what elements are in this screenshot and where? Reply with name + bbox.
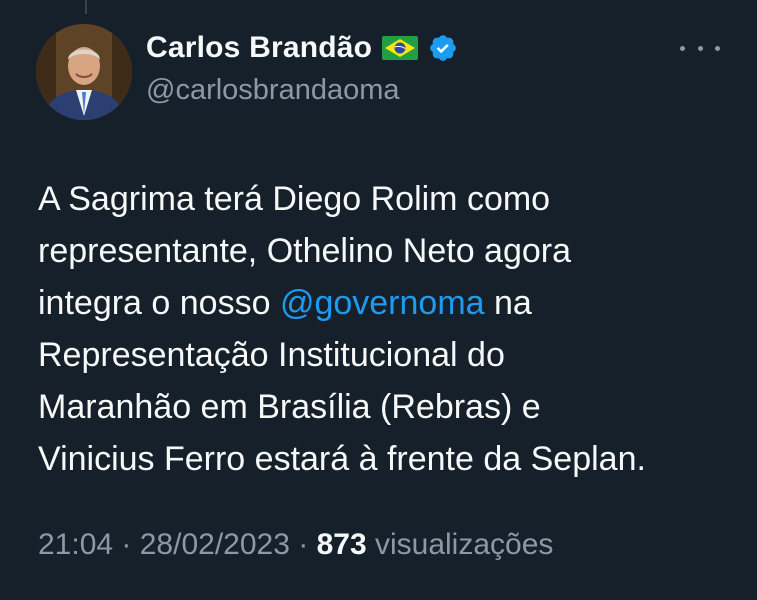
views-label: visualizações <box>366 528 554 561</box>
tweet-date[interactable]: 28/02/2023 <box>140 528 290 561</box>
avatar-portrait <box>36 24 132 120</box>
more-dot <box>697 45 703 51</box>
tweet-text-line: Representação Institucional do <box>38 336 505 374</box>
avatar[interactable] <box>36 24 132 120</box>
thread-connector <box>85 0 87 14</box>
brazil-flag-icon <box>382 36 419 60</box>
author-name-row: Carlos Brandão <box>146 29 458 67</box>
more-dot <box>715 45 720 51</box>
tweet-card: Carlos Brandão @carlosbrandaoma A Sagrim… <box>0 0 757 600</box>
tweet-meta: 21:04 · 28/02/2023 · 873 visualizações <box>38 528 553 562</box>
tweet-text-line: Vinicius Ferro estará à frente da Seplan… <box>38 440 646 478</box>
tweet-text-fragment: na <box>484 284 532 322</box>
author-handle[interactable]: @carlosbrandaoma <box>146 74 400 107</box>
tweet-text-line: Maranhão em Brasília (Rebras) e <box>38 388 541 426</box>
more-dot <box>680 45 685 51</box>
tweet-text-line: integra o nosso @governoma na <box>38 277 738 329</box>
tweet-text-line: A Sagrima terá Diego Rolim como <box>38 180 551 218</box>
meta-separator: · <box>289 528 317 561</box>
more-options-icon[interactable] <box>680 36 720 60</box>
tweet-time[interactable]: 21:04 <box>38 528 113 561</box>
tweet-text: A Sagrima terá Diego Rolim como represen… <box>38 173 738 485</box>
author-display-name[interactable]: Carlos Brandão <box>146 31 372 65</box>
mention-link[interactable]: @governoma <box>280 284 485 322</box>
tweet-text-fragment: integra o nosso <box>38 284 280 322</box>
views-count[interactable]: 873 <box>317 528 367 561</box>
tweet-text-line: representante, Othelino Neto agora <box>38 232 572 270</box>
meta-separator: · <box>113 528 140 561</box>
verified-badge-icon[interactable] <box>428 33 458 63</box>
